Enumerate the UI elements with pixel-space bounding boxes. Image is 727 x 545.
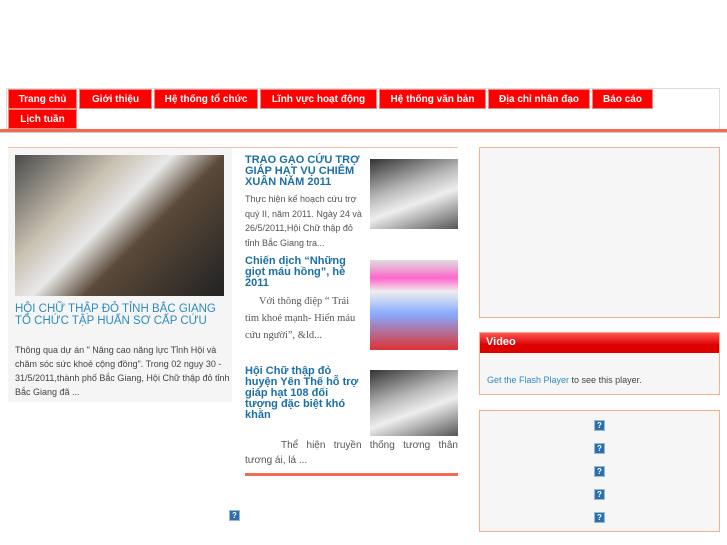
news-summary: Với thông điệp “ Trái tim khoẻ mạnh- Hiế… bbox=[245, 296, 356, 341]
featured-summary: Thông qua dự án " Nâng cao năng lực Tỉnh… bbox=[15, 345, 230, 397]
sidebar-box-empty bbox=[479, 147, 720, 318]
news-summary: Thực hiện kế hoạch cứu trợ quý II, năm 2… bbox=[245, 194, 362, 248]
nav-trang-chu[interactable]: Trang chủ bbox=[8, 89, 77, 109]
missing-image-icon[interactable]: ? bbox=[594, 489, 605, 500]
featured-title[interactable]: HỘI CHỮ THẬP ĐỎ TỈNH BẮC GIANG TỔ CHỨC T… bbox=[15, 303, 230, 327]
news-title[interactable]: Chiến dịch “Những giọt máu hồng”, hè 201… bbox=[245, 256, 363, 289]
news-item: TRAO GẠO CỨU TRỢ GIÁP HẠT VỤ CHIÊM XUÂN … bbox=[245, 155, 458, 250]
missing-image-icon[interactable]: ? bbox=[594, 420, 605, 431]
featured-image[interactable] bbox=[15, 155, 224, 296]
nav-linh-vuc-hoat-dong[interactable]: Lĩnh vực hoạt động bbox=[260, 89, 377, 109]
video-box: Video Get the Flash Player to see this p… bbox=[479, 332, 720, 395]
nav-lich-tuan[interactable]: Lịch tuần bbox=[8, 109, 77, 129]
news-title[interactable]: Hội Chữ thập đỏ huyện Yên Thế hỗ trợ giá… bbox=[245, 366, 363, 421]
nav-dia-chi-nhan-dao[interactable]: Địa chỉ nhân đạo bbox=[488, 89, 590, 109]
get-flash-link[interactable]: Get the Flash Player bbox=[487, 375, 569, 385]
missing-image-icon[interactable]: ? bbox=[594, 512, 605, 523]
nav-bao-cao[interactable]: Báo cáo bbox=[592, 89, 653, 109]
content-bottom-line bbox=[245, 473, 458, 476]
news-item: Hội Chữ thập đỏ huyện Yên Thế hỗ trợ giá… bbox=[245, 366, 458, 468]
video-header: Video bbox=[480, 333, 719, 353]
main-nav: Trang chủ Giới thiệu Hệ thống tổ chức Lĩ… bbox=[6, 88, 720, 130]
nav-gioi-thieu[interactable]: Giới thiệu bbox=[79, 89, 152, 109]
nav-he-thong-van-ban[interactable]: Hệ thống văn bản bbox=[379, 89, 486, 109]
flash-text: to see this player. bbox=[569, 375, 642, 385]
missing-image-icon[interactable]: ? bbox=[594, 443, 605, 454]
header-rule-shadow bbox=[0, 132, 727, 133]
news-image[interactable] bbox=[370, 370, 458, 436]
missing-image-icon[interactable]: ? bbox=[594, 466, 605, 477]
nav-he-thong-to-chuc[interactable]: Hệ thống tổ chức bbox=[154, 89, 258, 109]
news-title[interactable]: TRAO GẠO CỨU TRỢ GIÁP HẠT VỤ CHIÊM XUÂN … bbox=[245, 155, 363, 188]
news-summary: Thể hiện truyền thống tương thân tương á… bbox=[245, 440, 458, 466]
missing-image-icon: ? bbox=[229, 510, 240, 521]
sidebar-links-box: ? ? ? ? ? bbox=[479, 410, 720, 532]
news-image[interactable] bbox=[370, 260, 458, 350]
flash-message: Get the Flash Player to see this player. bbox=[480, 353, 719, 385]
news-item: Chiến dịch “Những giọt máu hồng”, hè 201… bbox=[245, 256, 458, 350]
news-image[interactable] bbox=[370, 159, 458, 229]
featured-article: HỘI CHỮ THẬP ĐỎ TỈNH BẮC GIANG TỔ CHỨC T… bbox=[8, 148, 232, 402]
